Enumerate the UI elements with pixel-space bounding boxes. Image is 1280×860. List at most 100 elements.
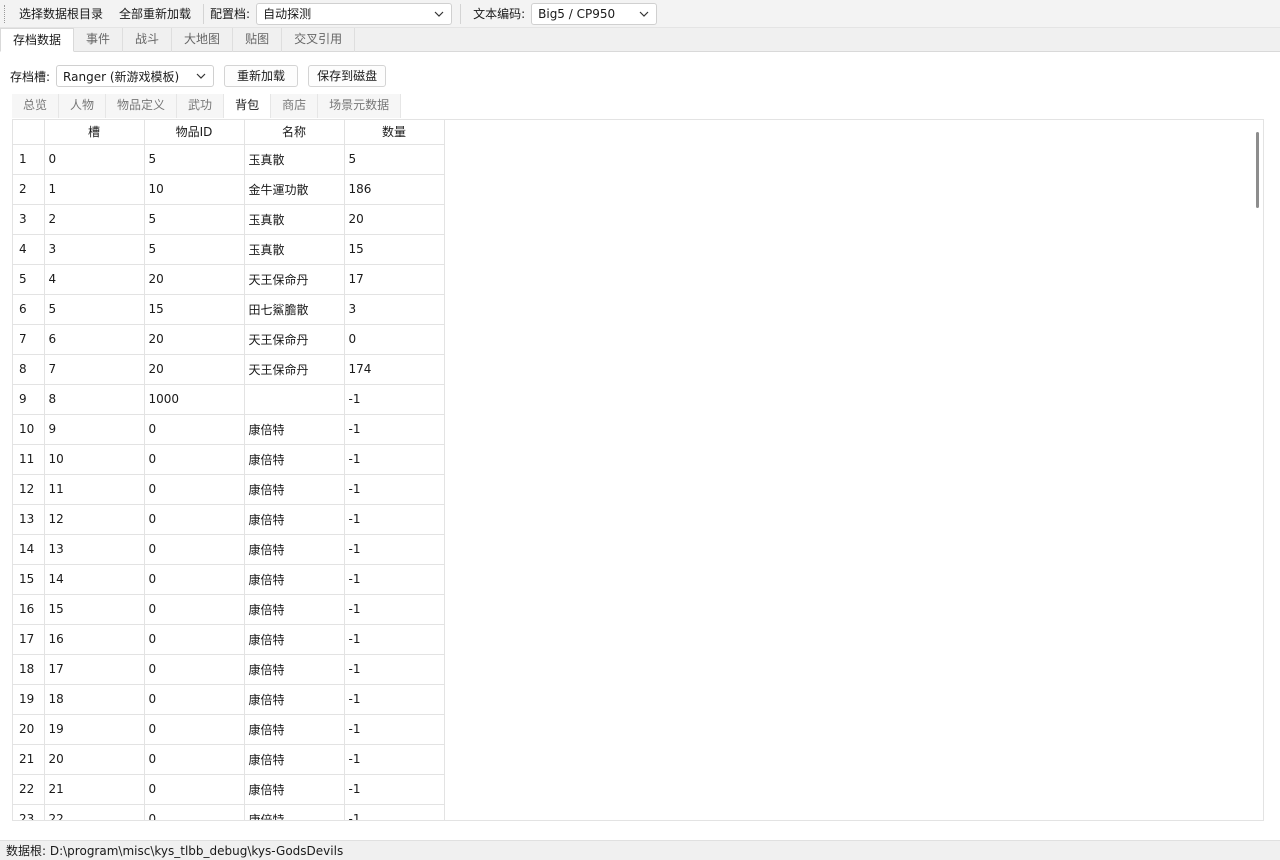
column-header[interactable]: 数量 — [344, 120, 445, 145]
table-cell[interactable]: 0 — [144, 534, 245, 565]
table-cell[interactable]: 8 — [44, 384, 145, 415]
table-row[interactable]: 15 14 0 康倍特 -1 — [13, 564, 445, 595]
table-row[interactable]: 17 16 0 康倍特 -1 — [13, 624, 445, 655]
table-cell[interactable]: 2 — [44, 204, 145, 235]
row-header[interactable]: 19 — [13, 684, 45, 715]
table-cell[interactable]: 20 — [344, 204, 445, 235]
table-cell[interactable]: 0 — [144, 684, 245, 715]
encoding-select[interactable]: Big5 / CP950 — [531, 2, 658, 25]
table-cell[interactable]: -1 — [344, 564, 445, 595]
table-cell[interactable]: 15 — [144, 294, 245, 325]
table-row[interactable]: 20 19 0 康倍特 -1 — [13, 714, 445, 745]
row-header[interactable]: 16 — [13, 594, 45, 625]
table-cell[interactable]: 15 — [344, 234, 445, 265]
table-cell[interactable]: 13 — [44, 534, 145, 565]
table-cell[interactable]: 10 — [44, 444, 145, 475]
table-cell[interactable]: 0 — [144, 744, 245, 775]
table-cell[interactable]: 0 — [144, 624, 245, 655]
table-cell[interactable]: 康倍特 — [244, 774, 345, 805]
table-cell[interactable]: 天王保命丹 — [244, 264, 345, 295]
table-row[interactable]: 5 4 20 天王保命丹 17 — [13, 264, 445, 295]
row-header[interactable]: 12 — [13, 474, 45, 505]
table-row[interactable]: 6 5 15 田七鯊膽散 3 — [13, 294, 445, 325]
table-cell[interactable]: 康倍特 — [244, 804, 345, 820]
table-cell[interactable]: -1 — [344, 804, 445, 820]
row-header[interactable]: 17 — [13, 624, 45, 655]
subtab-martial-arts[interactable]: 武功 — [177, 94, 225, 118]
table-cell[interactable]: 0 — [144, 654, 245, 685]
row-header[interactable]: 13 — [13, 504, 45, 535]
table-cell[interactable]: 19 — [44, 714, 145, 745]
table-row[interactable]: 8 7 20 天王保命丹 174 — [13, 354, 445, 385]
table-cell[interactable]: -1 — [344, 444, 445, 475]
table-cell[interactable]: 20 — [44, 744, 145, 775]
table-cell[interactable]: 3 — [44, 234, 145, 265]
table-row[interactable]: 1 0 5 玉真散 5 — [13, 144, 445, 175]
table-cell[interactable]: 0 — [144, 774, 245, 805]
table-cell[interactable]: 康倍特 — [244, 744, 345, 775]
table-cell[interactable]: 22 — [44, 804, 145, 820]
row-header[interactable]: 1 — [13, 144, 45, 175]
table-cell[interactable]: 0 — [144, 444, 245, 475]
table-cell[interactable]: 0 — [144, 474, 245, 505]
table-cell[interactable]: 5 — [344, 144, 445, 175]
table-cell[interactable]: 康倍特 — [244, 474, 345, 505]
save-slot-select[interactable]: Ranger (新游戏模板) — [56, 65, 215, 87]
table-cell[interactable]: 5 — [144, 144, 245, 175]
subtab-inventory[interactable]: 背包 — [224, 94, 272, 118]
column-header[interactable]: 物品ID — [144, 120, 245, 145]
row-header[interactable]: 14 — [13, 534, 45, 565]
table-cell[interactable]: 田七鯊膽散 — [244, 294, 345, 325]
tab-cross-reference[interactable]: 交叉引用 — [282, 28, 356, 52]
table-cell[interactable]: 21 — [44, 774, 145, 805]
table-cell[interactable]: 186 — [344, 174, 445, 205]
table-cell[interactable]: 1000 — [144, 384, 245, 415]
table-cell[interactable]: 金牛運功散 — [244, 174, 345, 205]
table-cell[interactable]: 5 — [144, 234, 245, 265]
table-cell[interactable]: -1 — [344, 534, 445, 565]
table-cell[interactable]: 0 — [144, 504, 245, 535]
vertical-scrollbar[interactable] — [1256, 132, 1259, 208]
table-cell[interactable]: 康倍特 — [244, 594, 345, 625]
table-cell[interactable]: -1 — [344, 594, 445, 625]
table-cell[interactable]: 12 — [44, 504, 145, 535]
tab-events[interactable]: 事件 — [74, 28, 124, 52]
table-cell[interactable]: -1 — [344, 414, 445, 445]
table-row[interactable]: 10 9 0 康倍特 -1 — [13, 414, 445, 445]
table-cell[interactable]: 天王保命丹 — [244, 354, 345, 385]
table-row[interactable]: 7 6 20 天王保命丹 0 — [13, 324, 445, 355]
toolbar-grip[interactable] — [4, 4, 7, 23]
row-header[interactable]: 4 — [13, 234, 45, 265]
table-cell[interactable]: 15 — [44, 594, 145, 625]
tab-textures[interactable]: 贴图 — [233, 28, 283, 52]
subtab-shops[interactable]: 商店 — [271, 94, 319, 118]
table-cell[interactable]: 康倍特 — [244, 534, 345, 565]
table-cell[interactable]: 0 — [144, 564, 245, 595]
table-cell[interactable]: -1 — [344, 384, 445, 415]
row-header[interactable]: 3 — [13, 204, 45, 235]
reload-all-button[interactable]: 全部重新加载 — [113, 3, 197, 25]
inventory-grid[interactable]: 槽 物品ID 名称 数量 1 0 5 玉真散 5 2 1 10 金牛運功散 186 3 2 5 玉真散 20… — [12, 119, 1264, 821]
row-header[interactable]: 5 — [13, 264, 45, 295]
table-cell[interactable]: 20 — [144, 264, 245, 295]
table-row[interactable]: 23 22 0 康倍特 -1 — [13, 804, 445, 820]
table-row[interactable]: 11 10 0 康倍特 -1 — [13, 444, 445, 475]
table-cell[interactable]: 天王保命丹 — [244, 324, 345, 355]
table-cell[interactable]: 康倍特 — [244, 684, 345, 715]
table-cell[interactable]: -1 — [344, 774, 445, 805]
table-cell[interactable]: 康倍特 — [244, 504, 345, 535]
table-cell[interactable]: -1 — [344, 504, 445, 535]
row-header[interactable]: 20 — [13, 714, 45, 745]
table-row[interactable]: 21 20 0 康倍特 -1 — [13, 744, 445, 775]
table-cell[interactable]: 0 — [144, 594, 245, 625]
table-row[interactable]: 2 1 10 金牛運功散 186 — [13, 174, 445, 205]
table-cell[interactable]: -1 — [344, 714, 445, 745]
table-cell[interactable]: 0 — [44, 144, 145, 175]
table-cell[interactable]: 5 — [144, 204, 245, 235]
row-header[interactable]: 8 — [13, 354, 45, 385]
subtab-item-definitions[interactable]: 物品定义 — [106, 94, 178, 118]
table-cell[interactable]: 玉真散 — [244, 144, 345, 175]
subtab-overview[interactable]: 总览 — [12, 94, 60, 118]
table-cell[interactable] — [244, 384, 345, 415]
row-header[interactable]: 7 — [13, 324, 45, 355]
